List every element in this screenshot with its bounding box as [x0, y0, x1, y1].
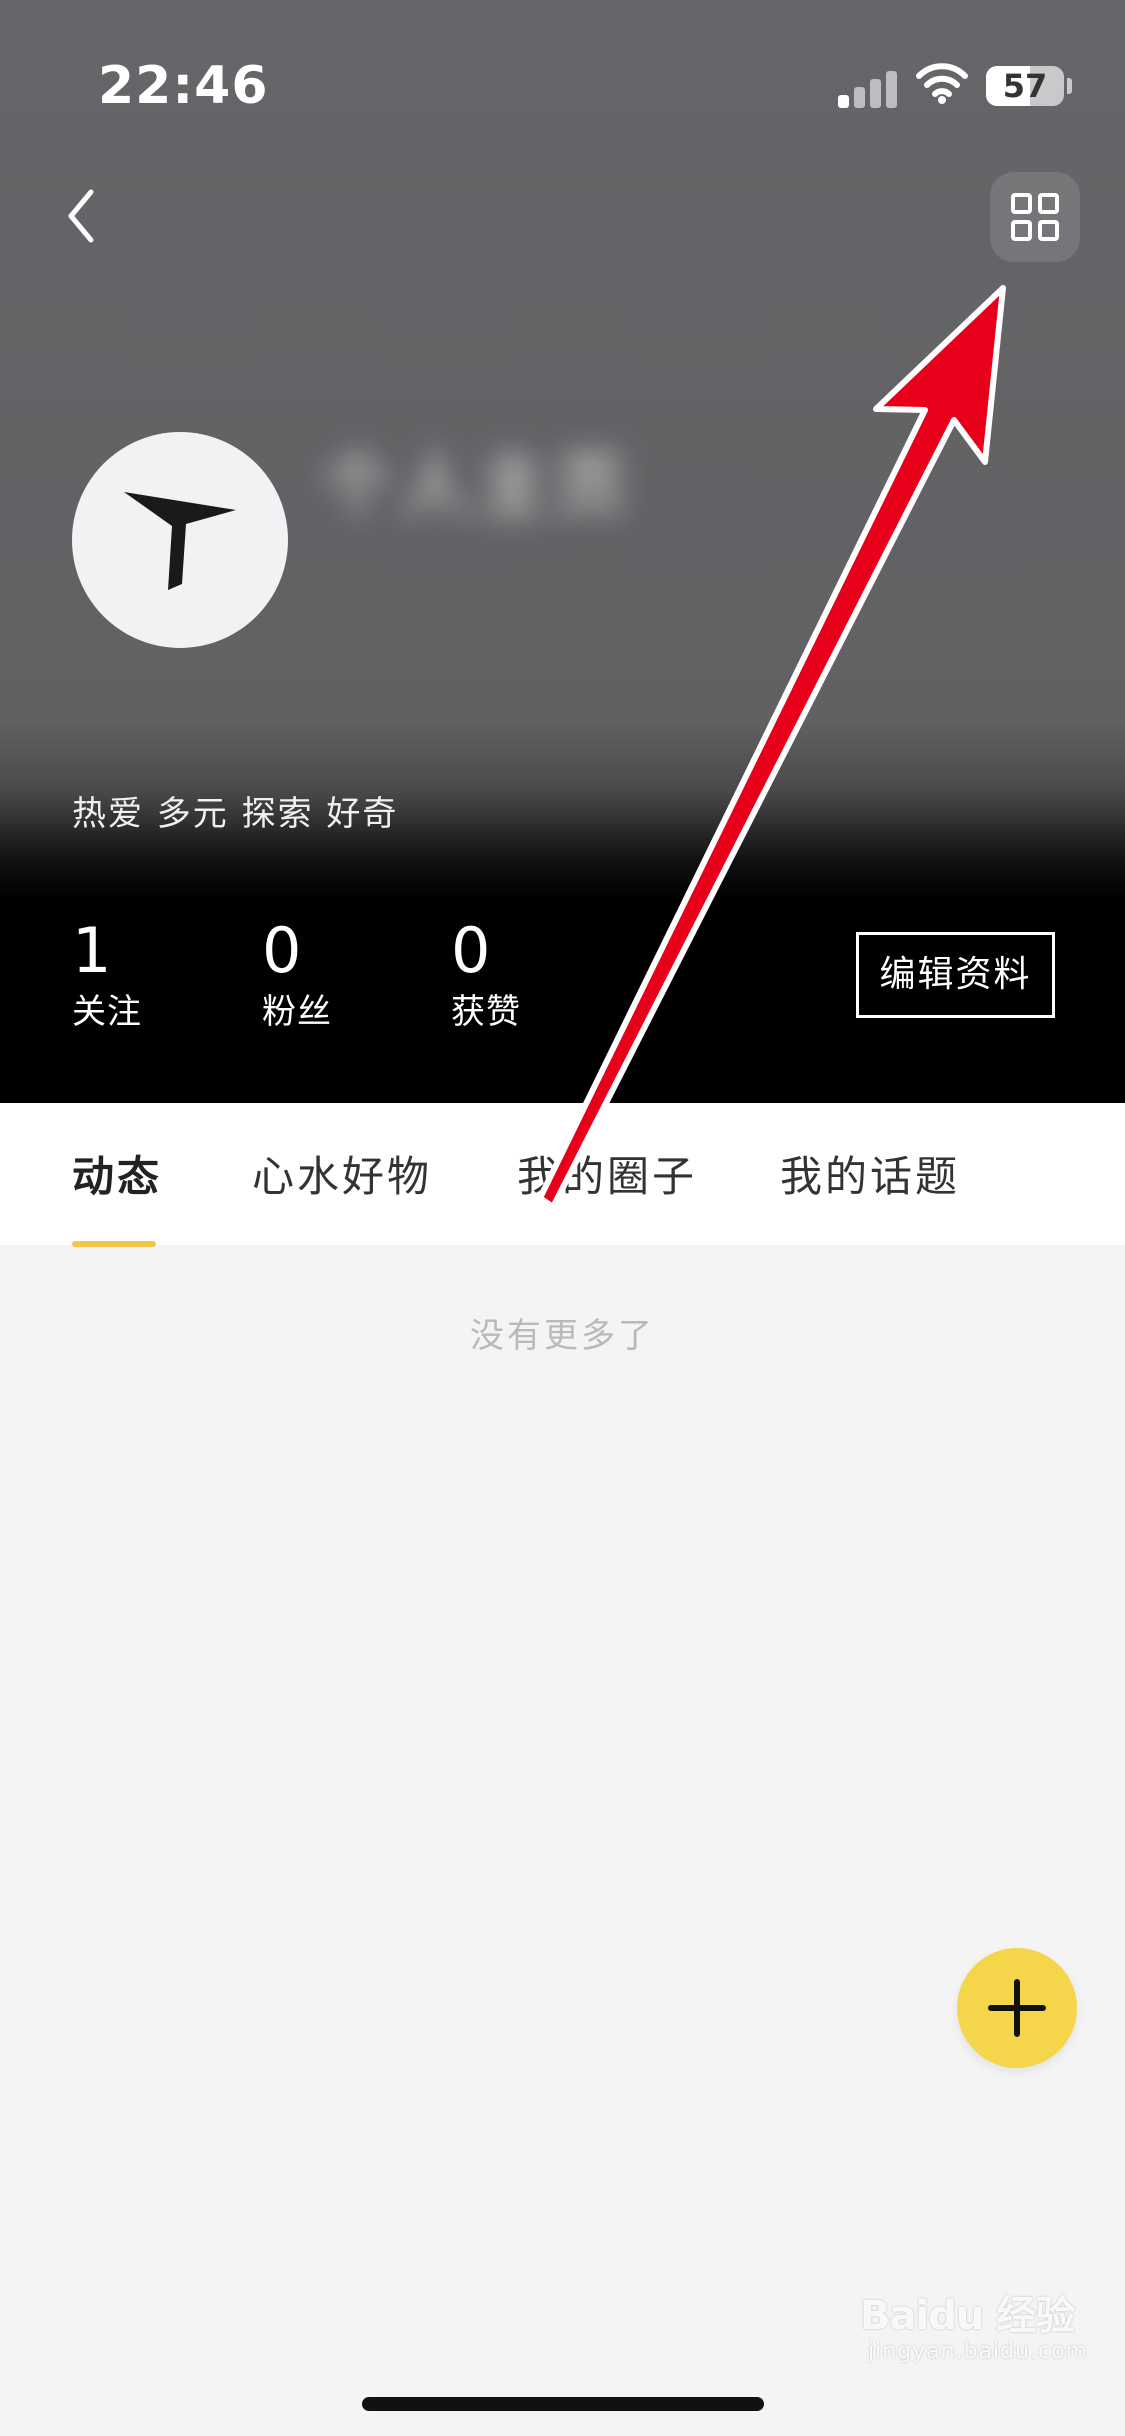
home-indicator: [362, 2397, 764, 2411]
chevron-left-icon: [68, 189, 94, 243]
bio-tags: 热爱 多元 探索 好奇: [72, 794, 399, 834]
battery-percent: 57: [1002, 67, 1048, 105]
tab-bar: 动态 心水好物 我的圈子 我的话题: [0, 1103, 1125, 1245]
tab-posts[interactable]: 动态: [72, 1143, 162, 1204]
stat-value: 0: [451, 914, 491, 987]
watermark-logo: Baidu 经验: [860, 2293, 1075, 2339]
qr-code-button[interactable]: [990, 172, 1080, 262]
avatar[interactable]: [72, 432, 288, 648]
back-button[interactable]: [55, 180, 115, 250]
feed-empty-text: 没有更多了: [470, 1316, 655, 1356]
stat-likes[interactable]: 0 获赞: [451, 916, 521, 1034]
battery-tip: [1067, 78, 1072, 94]
stat-following[interactable]: 1 关注: [72, 916, 142, 1034]
profile-header: 22:46 57 个人主页 热爱 多元 探索 好奇 1 关注 0 粉丝 0 获赞…: [0, 0, 1125, 1103]
avatar-logo-icon: [124, 492, 236, 590]
status-time: 22:46: [98, 56, 269, 116]
stat-label: 粉丝: [262, 992, 332, 1032]
tab-my-circles[interactable]: 我的圈子: [517, 1143, 697, 1204]
stat-label: 关注: [72, 992, 142, 1032]
stat-value: 1: [72, 914, 112, 987]
edit-profile-button[interactable]: 编辑资料: [856, 932, 1055, 1018]
username: 个人主页: [322, 445, 634, 527]
stat-value: 0: [262, 914, 302, 987]
tab-my-topics[interactable]: 我的话题: [780, 1143, 960, 1204]
battery-icon: 57: [986, 66, 1064, 106]
watermark-url: jingyan.baidu.com: [868, 2339, 1089, 2364]
plus-icon: [988, 1979, 1046, 2037]
create-post-button[interactable]: [957, 1948, 1077, 2068]
active-tab-indicator: [72, 1241, 156, 1247]
baidu-watermark: Baidu 经验 jingyan.baidu.com: [860, 2275, 1087, 2385]
signal-icon: [838, 68, 898, 108]
tab-favorite-goods[interactable]: 心水好物: [252, 1143, 432, 1204]
stat-label: 获赞: [451, 992, 521, 1032]
stat-followers[interactable]: 0 粉丝: [262, 916, 332, 1034]
wifi-icon: [915, 62, 969, 108]
qr-code-icon: [1011, 193, 1059, 241]
